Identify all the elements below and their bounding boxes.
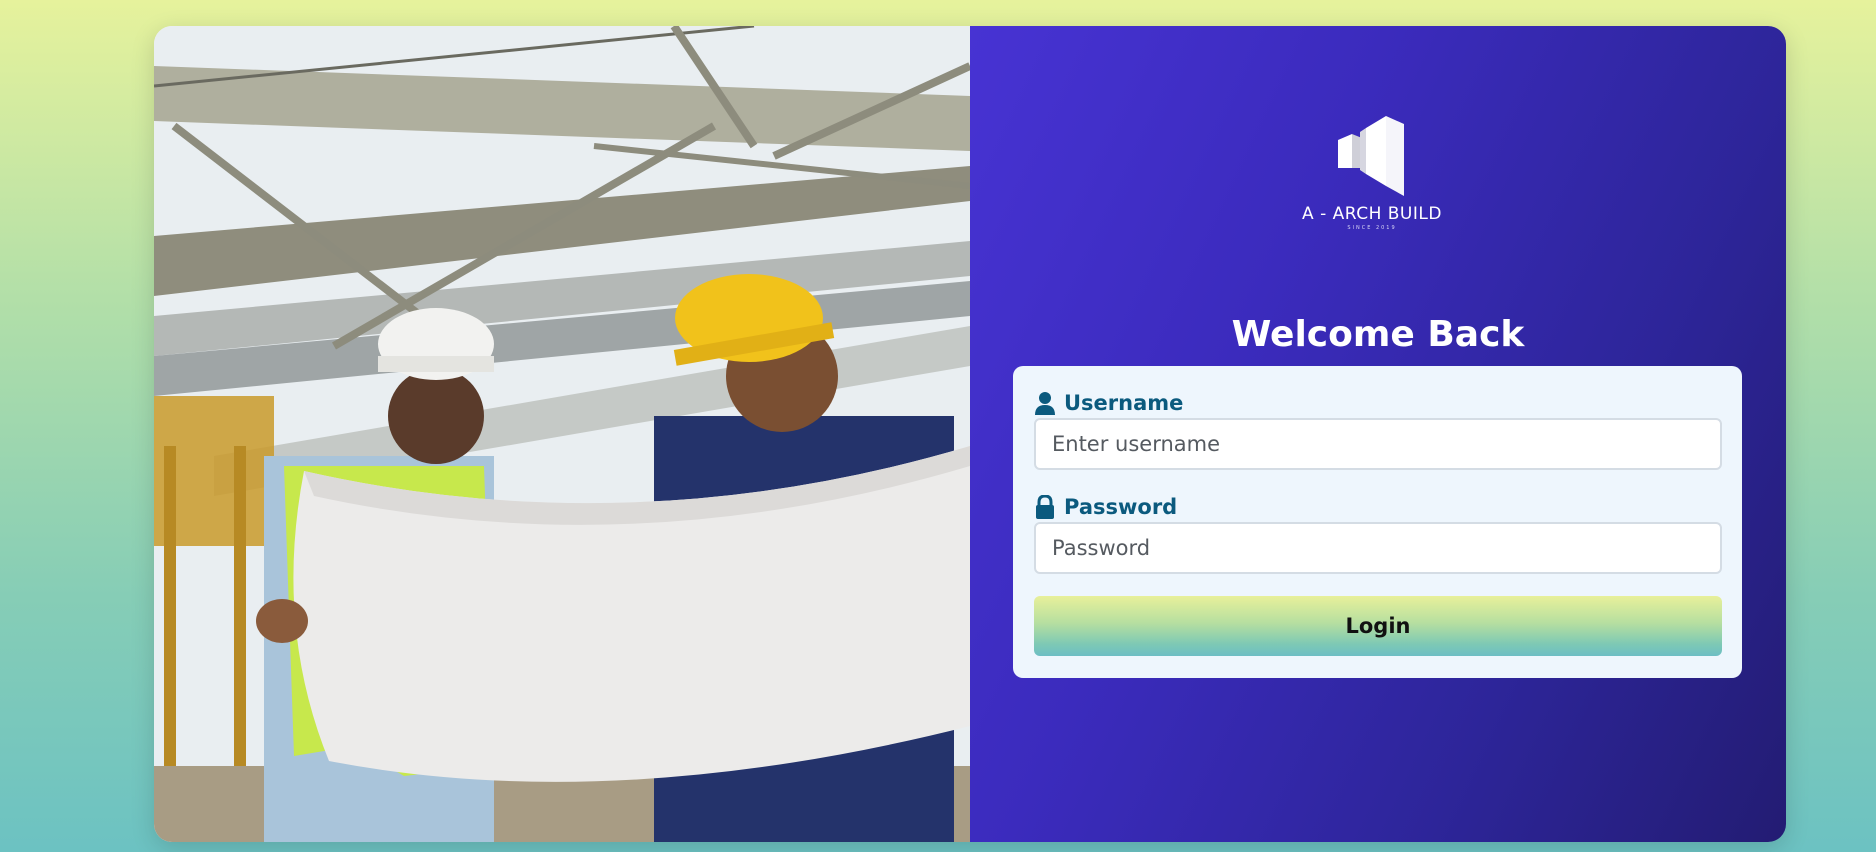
username-label: Username xyxy=(1034,388,1721,418)
construction-workers-photo xyxy=(154,26,970,842)
brand-name: A - ARCH BUILD xyxy=(1302,204,1442,224)
building-logo-icon xyxy=(1338,116,1404,196)
login-form: Username Password Login xyxy=(1013,366,1742,678)
page-title: Welcome Back xyxy=(1231,314,1525,355)
username-label-text: Username xyxy=(1064,391,1184,415)
password-label: Password xyxy=(1034,492,1721,522)
construction-scene-illustration xyxy=(154,26,970,842)
brand-logo: A - ARCH BUILD SINCE 2019 xyxy=(1292,116,1452,231)
login-card: A - ARCH BUILD SINCE 2019 Welcome Back U… xyxy=(154,26,1786,842)
password-input[interactable] xyxy=(1034,522,1722,574)
password-label-text: Password xyxy=(1064,495,1178,519)
login-panel: A - ARCH BUILD SINCE 2019 Welcome Back U… xyxy=(970,26,1786,842)
username-input[interactable] xyxy=(1034,418,1722,470)
user-icon xyxy=(1034,391,1056,415)
lock-icon xyxy=(1034,495,1056,519)
brand-since: SINCE 2019 xyxy=(1347,225,1397,231)
login-button[interactable]: Login xyxy=(1034,596,1722,656)
